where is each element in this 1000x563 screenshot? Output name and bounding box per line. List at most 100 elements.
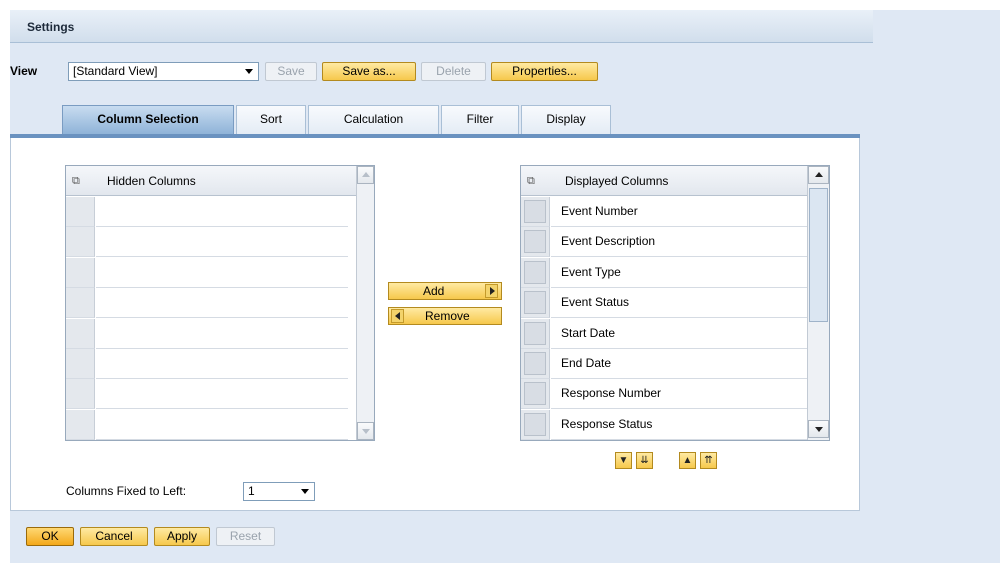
row-selector-box[interactable] (524, 200, 546, 223)
chevron-down-icon[interactable] (245, 69, 253, 74)
displayed-columns-scrollbar[interactable] (807, 166, 829, 440)
row-selector[interactable] (521, 379, 550, 410)
column-name: Response Number (561, 386, 662, 401)
ok-button[interactable]: OK (26, 527, 74, 546)
add-button[interactable]: Add (388, 282, 502, 300)
triangle-down-icon (362, 429, 370, 434)
hidden-columns-table: ⧉ Hidden Columns (65, 165, 375, 441)
add-button-label: Add (423, 284, 445, 298)
row-selector-box[interactable] (524, 260, 546, 284)
row-selector[interactable] (66, 227, 95, 258)
row-selector[interactable] (66, 197, 95, 227)
table-row[interactable] (96, 379, 348, 410)
properties-button[interactable]: Properties... (491, 62, 598, 81)
hidden-columns-scrollbar[interactable] (356, 166, 374, 440)
row-selector-box[interactable] (524, 230, 546, 254)
row-selector[interactable] (66, 379, 95, 410)
table-row[interactable]: End Date (551, 349, 807, 379)
hidden-columns-title: Hidden Columns (107, 174, 196, 188)
row-selector-box[interactable] (524, 321, 546, 345)
column-name: Response Status (561, 416, 653, 431)
chevron-down-icon[interactable] (301, 489, 309, 494)
cancel-button[interactable]: Cancel (80, 527, 148, 546)
scroll-thumb[interactable] (809, 188, 828, 322)
displayed-columns-table: ⧉ Displayed Columns Event Number Event De… (520, 165, 830, 441)
double-chevron-up-icon: ⇈ (704, 455, 713, 466)
reset-button[interactable]: Reset (216, 527, 275, 546)
delete-button[interactable]: Delete (421, 62, 486, 81)
table-row[interactable] (96, 227, 348, 258)
table-row[interactable] (96, 197, 348, 227)
row-selector[interactable] (521, 349, 550, 379)
move-to-bottom-button[interactable]: ⇊ (636, 452, 653, 469)
row-selector-box[interactable] (524, 412, 546, 436)
table-row[interactable]: Event Number (551, 197, 807, 227)
row-selector[interactable] (521, 409, 550, 440)
row-selector-box[interactable] (524, 382, 546, 406)
hidden-columns-header: ⧉ Hidden Columns (66, 166, 356, 196)
scroll-down-button[interactable] (357, 422, 374, 440)
scroll-up-button[interactable] (808, 166, 829, 184)
table-row[interactable] (96, 319, 348, 349)
table-row[interactable] (96, 288, 348, 319)
dialog-titlebar: Settings (10, 10, 873, 43)
triangle-up-icon: ▲ (682, 455, 693, 466)
table-row[interactable]: Event Status (551, 288, 807, 319)
scroll-up-button[interactable] (357, 166, 374, 184)
triangle-up-icon (362, 172, 370, 177)
arrow-right-icon (485, 284, 498, 298)
row-selector[interactable] (521, 288, 550, 319)
table-row[interactable] (96, 258, 348, 288)
apply-button[interactable]: Apply (154, 527, 210, 546)
columns-fixed-select[interactable]: 1 (243, 482, 315, 501)
table-row[interactable] (96, 349, 348, 379)
triangle-down-icon: ▼ (618, 455, 629, 466)
view-select-value: [Standard View] (73, 64, 158, 78)
table-row[interactable] (96, 410, 348, 440)
move-up-button[interactable]: ▲ (679, 452, 696, 469)
side-area (873, 10, 1000, 563)
remove-button[interactable]: Remove (388, 307, 502, 325)
column-name: Event Status (561, 295, 630, 310)
column-config-icon[interactable]: ⧉ (527, 175, 535, 188)
row-selector[interactable] (521, 318, 550, 349)
view-select[interactable]: [Standard View] (68, 62, 259, 81)
table-row[interactable]: Event Type (551, 258, 807, 288)
column-name: Start Date (561, 325, 616, 340)
row-selector[interactable] (66, 318, 95, 349)
table-row[interactable]: Start Date (551, 319, 807, 349)
row-selector[interactable] (66, 257, 95, 288)
column-name: Event Description (561, 234, 656, 249)
row-selector-box[interactable] (524, 352, 546, 375)
move-to-top-button[interactable]: ⇈ (700, 452, 717, 469)
column-name: Event Type (561, 264, 621, 279)
row-selector[interactable] (521, 257, 550, 288)
save-button[interactable]: Save (265, 62, 317, 81)
table-row[interactable]: Response Status (551, 410, 807, 440)
arrow-left-icon (391, 309, 404, 323)
row-selector[interactable] (521, 227, 550, 258)
save-as-button[interactable]: Save as... (322, 62, 416, 81)
view-label: View (10, 64, 38, 78)
columns-fixed-label: Columns Fixed to Left: (66, 484, 187, 498)
tab-filter[interactable]: Filter (441, 105, 519, 134)
triangle-up-icon (815, 172, 823, 177)
double-chevron-down-icon: ⇊ (640, 455, 649, 466)
tab-column-selection[interactable]: Column Selection (62, 105, 234, 134)
table-row[interactable]: Event Description (551, 227, 807, 258)
displayed-columns-title: Displayed Columns (565, 174, 669, 188)
table-row[interactable]: Response Number (551, 379, 807, 410)
tab-calculation[interactable]: Calculation (308, 105, 439, 134)
dialog-title: Settings (27, 20, 75, 34)
scroll-down-button[interactable] (808, 420, 829, 438)
tab-sort[interactable]: Sort (236, 105, 306, 134)
row-selector[interactable] (66, 288, 95, 319)
row-selector[interactable] (66, 409, 95, 440)
row-selector[interactable] (66, 349, 95, 379)
row-selector-box[interactable] (524, 291, 546, 315)
tab-display[interactable]: Display (521, 105, 611, 134)
move-down-button[interactable]: ▼ (615, 452, 632, 469)
row-selector[interactable] (521, 197, 550, 227)
remove-button-label: Remove (425, 309, 470, 323)
column-config-icon[interactable]: ⧉ (72, 175, 80, 188)
